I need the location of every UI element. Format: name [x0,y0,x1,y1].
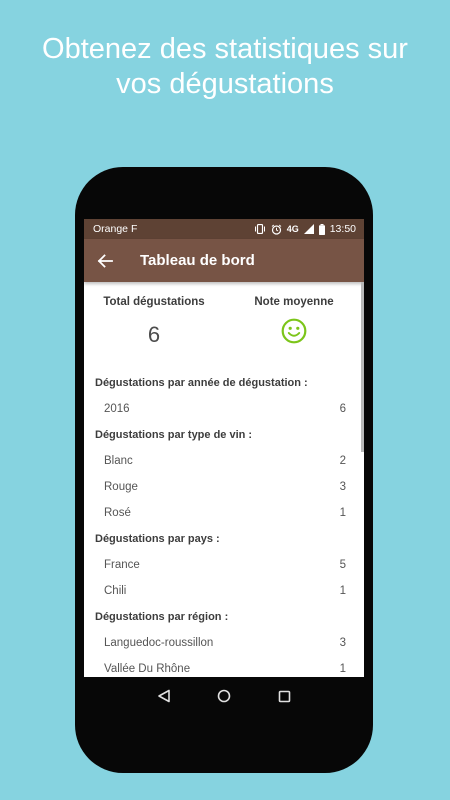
stat-label: 2016 [104,403,130,415]
stat-label: Chili [104,585,127,597]
stat-label: Vallée Du Rhône [104,663,191,675]
app-screen: Orange F 4G 13:50 Tableau de bord Total … [84,219,364,677]
section-title-wine-type: Dégustations par type de vin : [95,429,253,441]
stat-count: 1 [339,585,346,597]
recents-square-icon[interactable] [278,690,291,703]
scrollbar[interactable] [361,282,364,452]
stat-count: 6 [339,403,346,415]
stat-row: Blanc 2 [84,448,364,474]
page-title: Tableau de bord [140,252,255,269]
clock: 13:50 [329,223,356,235]
arrow-left-icon[interactable] [97,251,117,271]
stat-count: 1 [339,663,346,675]
stat-row: Rosé 1 [84,500,364,526]
alarm-icon [271,224,282,235]
promo-headline: Obtenez des statistiques sur vos dégusta… [0,32,450,102]
average-rating-label: Note moyenne [254,296,334,308]
stat-count: 3 [339,637,346,649]
total-tastings-value: 6 [147,322,161,347]
carrier-name: Orange F [93,223,138,235]
system-navbar [84,677,364,715]
stat-row: France 5 [84,552,364,578]
total-tastings-card: Total dégustations 6 [84,296,224,348]
headline-line-1: Obtenez des statistiques sur [42,33,408,65]
stat-label: Rouge [104,481,138,493]
section-title-region: Dégustations par région : [95,611,229,623]
stat-row: Vallée Du Rhône 1 [84,656,364,677]
stat-row: Rouge 3 [84,474,364,500]
stat-label: Rosé [104,507,131,519]
stat-label: Languedoc-roussillon [104,637,214,649]
stat-count: 5 [339,559,346,571]
smiley-icon [281,318,307,344]
headline-line-2: vos dégustations [116,68,334,100]
stat-label: Blanc [104,455,133,467]
section-title-year: Dégustations par année de dégustation : [95,377,308,389]
app-toolbar: Tableau de bord [84,239,364,282]
section-title-country: Dégustations par pays : [95,533,220,545]
stat-row: Chili 1 [84,578,364,604]
stat-count: 2 [339,455,346,467]
total-tastings-label: Total dégustations [103,296,205,308]
dashboard-content[interactable]: Total dégustations 6 Note moyenne Dégust… [84,282,364,677]
back-triangle-icon[interactable] [157,689,171,703]
stat-row: Languedoc-roussillon 3 [84,630,364,656]
network-type: 4G [286,224,299,234]
stat-label: France [104,559,140,571]
home-circle-icon[interactable] [217,689,231,703]
stat-count: 3 [339,481,346,493]
stats-sections: Dégustations par année de dégustation : … [84,370,364,677]
stat-count: 1 [339,507,346,519]
signal-icon [303,224,314,234]
average-rating-card: Note moyenne [224,296,364,348]
summary-panel: Total dégustations 6 Note moyenne [84,296,364,348]
vibrate-icon [254,224,265,234]
status-bar: Orange F 4G 13:50 [84,219,364,239]
stat-row: 2016 6 [84,396,364,422]
battery-icon [318,223,325,235]
